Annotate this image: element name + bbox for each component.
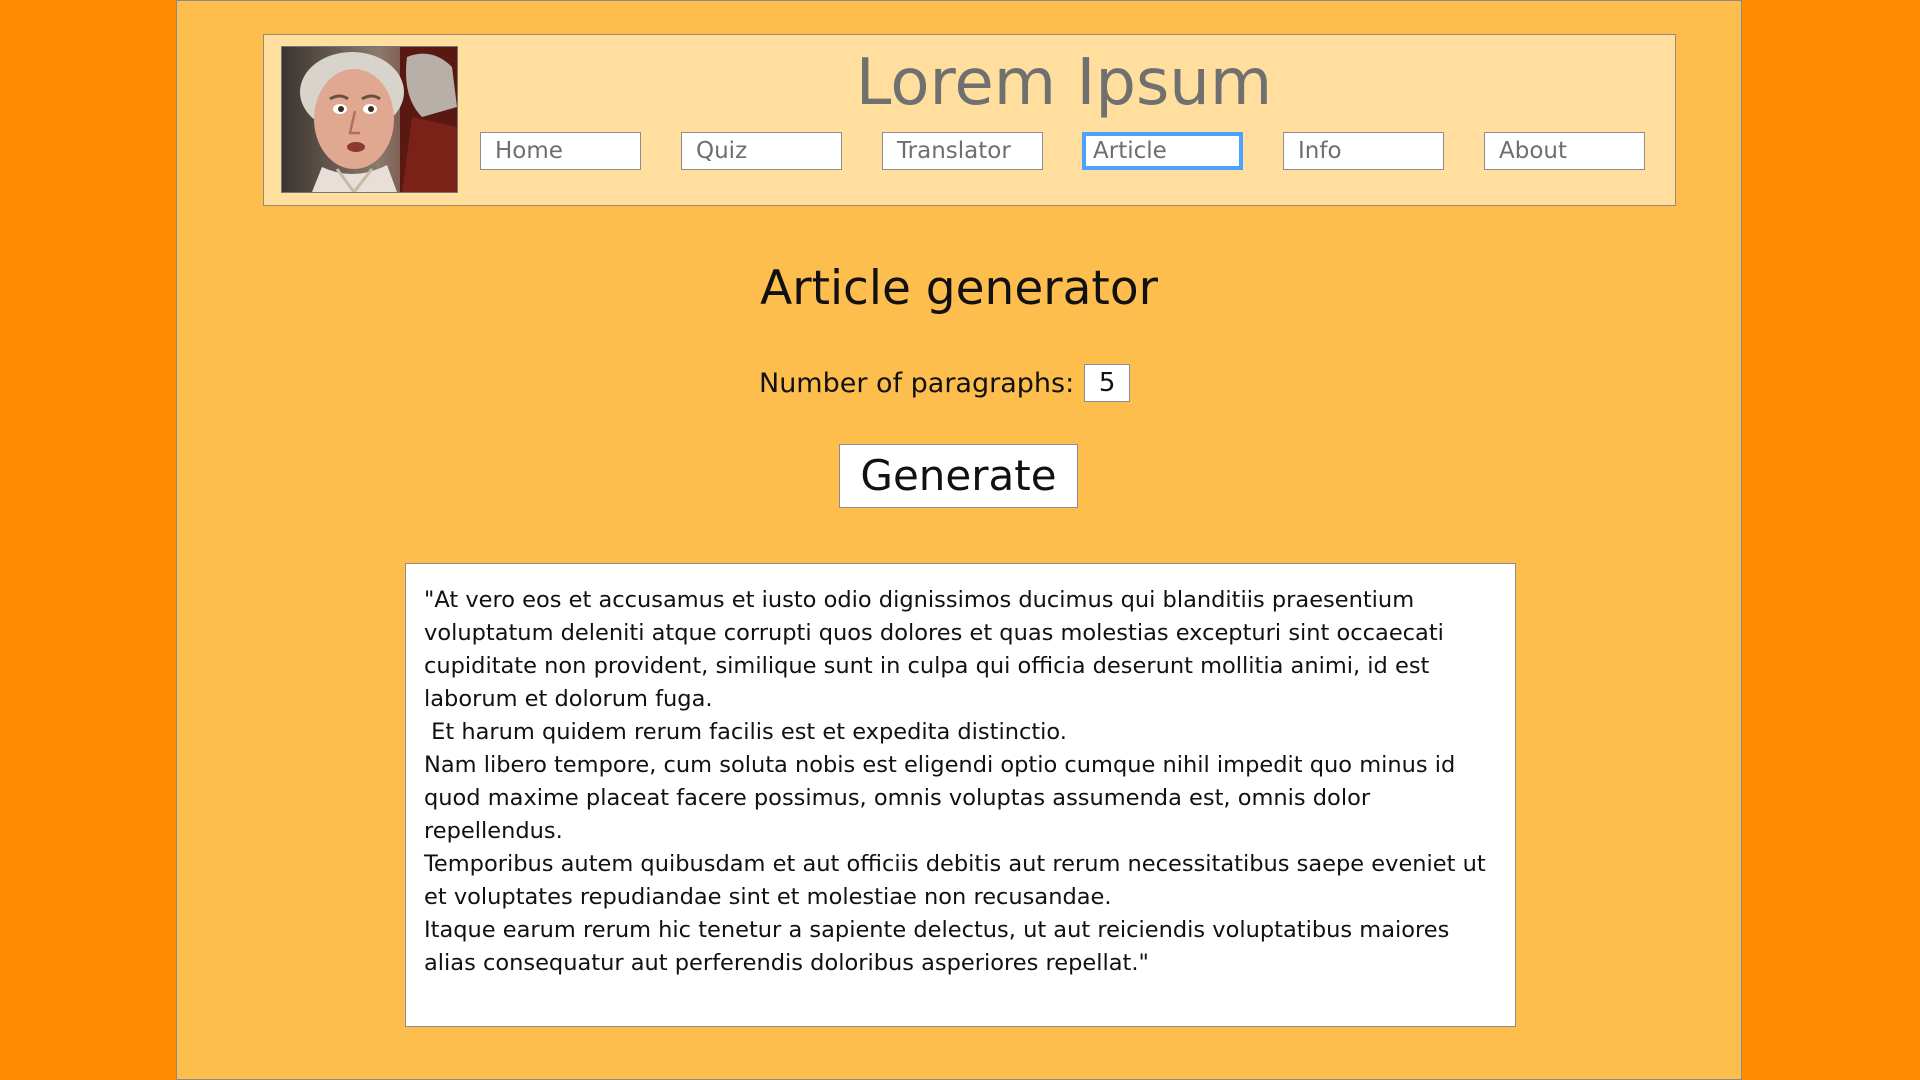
nav-translator-button[interactable]: Translator <box>882 132 1043 170</box>
nav-about-button[interactable]: About <box>1484 132 1645 170</box>
generate-button[interactable]: Generate <box>839 444 1078 508</box>
header: Lorem Ipsum Home Quiz Translator Article… <box>263 34 1676 206</box>
page-container: Lorem Ipsum Home Quiz Translator Article… <box>176 0 1742 1080</box>
page-heading: Article generator <box>760 261 1158 316</box>
logo-image <box>281 46 458 193</box>
article-output-textbox[interactable]: "At vero eos et accusamus et iusto odio … <box>405 563 1516 1027</box>
site-title: Lorem Ipsum <box>855 46 1273 120</box>
paragraph-count-input[interactable] <box>1084 364 1131 402</box>
nav-article-button[interactable]: Article <box>1082 132 1243 170</box>
portrait-photo-image <box>282 47 457 192</box>
paragraph-count-row: Number of paragraphs: <box>759 363 1131 403</box>
nav-quiz-button[interactable]: Quiz <box>681 132 842 170</box>
paragraph-count-label: Number of paragraphs: <box>759 367 1075 399</box>
nav-info-button[interactable]: Info <box>1283 132 1444 170</box>
nav-home-button[interactable]: Home <box>480 132 641 170</box>
